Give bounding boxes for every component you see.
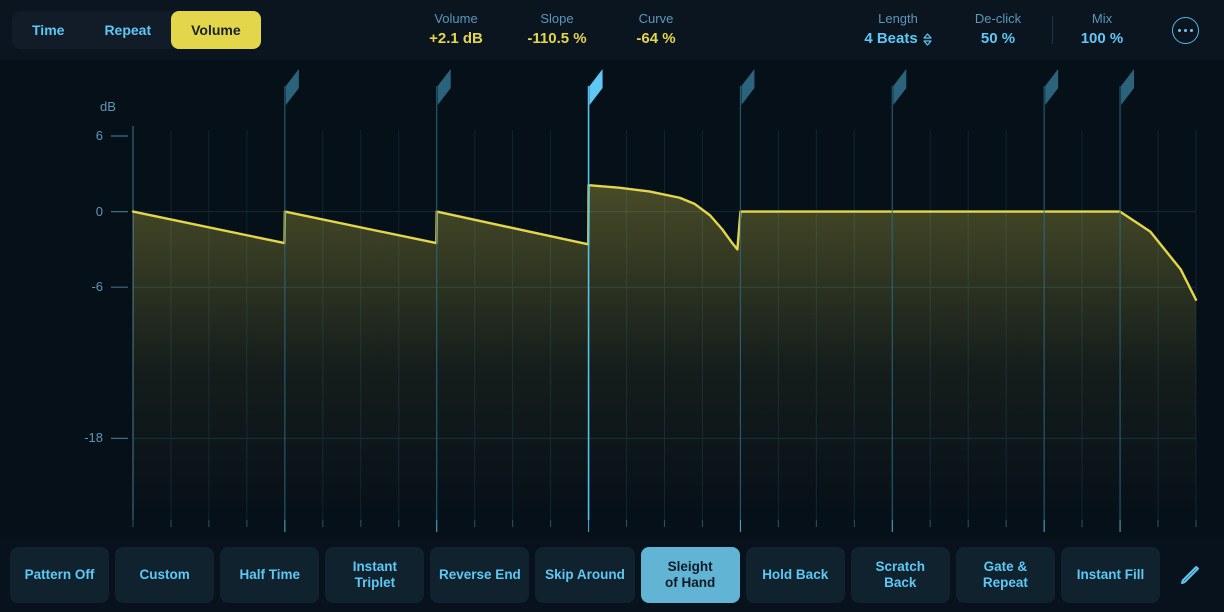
param-curve-value[interactable]: -64 %: [608, 29, 704, 49]
param-declick-value[interactable]: 50 %: [950, 29, 1046, 49]
marker-flag[interactable]: [589, 69, 603, 105]
mode-tab-time[interactable]: Time: [12, 11, 84, 49]
param-length-value: 4 Beats: [864, 30, 918, 47]
y-tick-label: 0: [95, 203, 103, 219]
marker-flag[interactable]: [285, 69, 299, 105]
preset-instant-fill[interactable]: Instant Fill: [1060, 547, 1161, 603]
plugin-window: Time Repeat Volume Volume +2.1 dB Slope -1…: [0, 0, 1224, 612]
y-axis-unit: dB: [100, 99, 116, 114]
param-volume-label: Volume: [434, 11, 478, 26]
param-mix-value[interactable]: 100 %: [1056, 29, 1148, 49]
chevron-updown-icon[interactable]: [923, 32, 932, 46]
dot: [1183, 28, 1188, 33]
preset-scratch-back[interactable]: Scratch Back: [850, 547, 950, 603]
param-mix-label: Mix: [1091, 11, 1113, 26]
preset-gate-repeat[interactable]: Gate & Repeat: [955, 547, 1055, 603]
marker-flag[interactable]: [741, 69, 755, 105]
toolbar-divider: [1052, 16, 1053, 44]
param-length-value-row[interactable]: 4 Beats: [846, 29, 950, 49]
preset-reverse-end[interactable]: Reverse End: [430, 547, 530, 603]
mode-switch[interactable]: Time Repeat Volume: [12, 11, 261, 49]
param-slope-value[interactable]: -110.5 %: [506, 29, 608, 49]
toolbar: Time Repeat Volume Volume +2.1 dB Slope -1…: [0, 0, 1224, 60]
param-length-label: Length: [878, 11, 918, 26]
marker-flag[interactable]: [1121, 69, 1135, 105]
ellipsis-circle-icon[interactable]: [1172, 17, 1199, 44]
y-axis-ticks: [111, 135, 128, 439]
x-axis-ticks: [132, 520, 1197, 532]
param-slope-label: Slope: [540, 11, 574, 26]
preset-bar: Pattern Off Custom Half Time Instant Triplet…: [0, 538, 1224, 612]
param-volume-value[interactable]: +2.1 dB: [406, 29, 506, 49]
preset-skip-around[interactable]: Skip Around: [535, 547, 635, 603]
param-curve-label: Curve: [638, 11, 674, 26]
preset-hold-back[interactable]: Hold Back: [745, 547, 845, 603]
param-declick-label: De-click: [974, 11, 1022, 26]
envelope-plot[interactable]: [0, 60, 1224, 538]
y-tick-label: -18: [84, 430, 103, 446]
preset-instant-triplet[interactable]: Instant Triplet: [325, 547, 425, 603]
param-curve[interactable]: Curve -64 %: [608, 10, 704, 49]
y-tick-label: 6: [95, 128, 103, 143]
dot: [1178, 28, 1182, 33]
param-mix[interactable]: Mix 100 %: [1056, 10, 1148, 49]
preset-half-time[interactable]: Half Time: [220, 547, 320, 603]
marker-flag[interactable]: [1045, 69, 1059, 105]
preset-pattern-off[interactable]: Pattern Off: [10, 547, 110, 603]
y-tick-label: -6: [91, 279, 103, 295]
mode-tab-volume[interactable]: Volume: [171, 11, 261, 49]
volume-envelope-graph[interactable]: dB 60-6-18 1.522.533.544.25: [0, 60, 1224, 551]
param-length[interactable]: Length 4 Beats: [846, 10, 950, 49]
marker-flag[interactable]: [437, 69, 451, 105]
param-declick[interactable]: De-click 50 %: [950, 10, 1046, 49]
marker-flag[interactable]: [893, 69, 907, 105]
preset-custom[interactable]: Custom: [115, 547, 215, 603]
param-slope[interactable]: Slope -110.5 %: [506, 10, 608, 49]
pencil-icon[interactable]: [1166, 547, 1214, 603]
envelope-fill: [133, 185, 1196, 514]
dot: [1189, 28, 1193, 33]
param-volume[interactable]: Volume +2.1 dB: [406, 10, 506, 49]
mode-tab-repeat[interactable]: Repeat: [84, 11, 171, 49]
preset-sleight-of-hand[interactable]: Sleight of Hand: [640, 547, 740, 603]
